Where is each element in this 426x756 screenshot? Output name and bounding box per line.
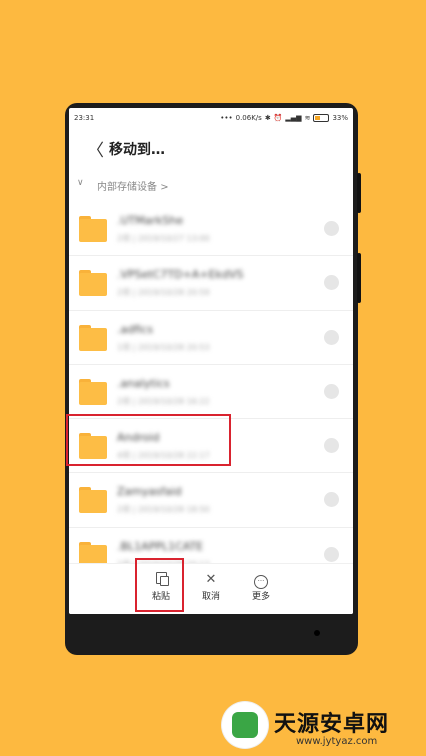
breadcrumb[interactable]: ∨ 内部存储设备 >	[69, 176, 353, 194]
folder-meta: 2项 | 2019/10/27 13:00	[117, 234, 210, 243]
list-item[interactable]: .UTMarkShe 2项 | 2019/10/27 13:00	[69, 202, 353, 257]
folder-name: .analytics	[117, 376, 170, 390]
folder-icon	[79, 216, 107, 242]
alarm-icon: ⏰	[273, 114, 283, 122]
select-radio[interactable]	[324, 329, 339, 345]
close-icon: ✕	[205, 572, 217, 587]
bottom-toolbar: 粘贴 ✕ 取消 ··· 更多	[69, 563, 353, 614]
page-title: 移动到…	[109, 142, 165, 158]
folder-icon	[79, 378, 107, 405]
paste-button-highlight	[135, 558, 184, 612]
signal-dots-icon: •••	[220, 114, 233, 122]
folder-meta: 2项 | 2019/10/28 20:59	[117, 288, 210, 298]
folder-meta: 2项 | 2019/10/28 18:50	[117, 505, 210, 515]
folder-name: .adfics	[117, 322, 153, 336]
camera-dot	[314, 630, 320, 636]
folder-name: .VPSetC7TD+A+EkdVS	[117, 268, 244, 282]
watermark-title: 天源安卓网	[274, 712, 390, 737]
folder-name: .UTMarkShe	[117, 214, 184, 227]
folder-name: .BL1APPL1CATE	[117, 539, 204, 553]
more-button[interactable]: ··· 更多	[241, 572, 281, 602]
folder-icon	[79, 270, 107, 297]
list-item[interactable]: Zamyasfaid 2项 | 2019/10/28 18:50	[69, 473, 353, 528]
breadcrumb-label: 内部存储设备 >	[97, 182, 169, 193]
volume-button	[357, 173, 361, 213]
folder-name: Zamyasfaid	[117, 485, 182, 499]
select-radio[interactable]	[324, 221, 339, 236]
watermark-url: www.jytyaz.com	[296, 736, 378, 747]
list-item[interactable]: .adfics 1项 | 2019/10/28 20:53	[69, 311, 353, 365]
status-time: 23:31	[74, 114, 95, 122]
android-logo-icon	[222, 702, 268, 748]
cancel-label: 取消	[201, 592, 220, 602]
bluetooth-icon: ✱	[264, 114, 271, 122]
more-label: 更多	[251, 592, 270, 602]
back-chevron-icon[interactable]: 〈	[87, 136, 104, 161]
select-radio[interactable]	[324, 383, 339, 399]
select-radio[interactable]	[324, 275, 339, 291]
list-item[interactable]: .analytics 2项 | 2019/10/28 16:22	[69, 365, 353, 420]
select-radio[interactable]	[324, 546, 339, 562]
more-icon: ···	[254, 575, 268, 589]
battery-icon	[313, 114, 330, 122]
app-header: 〈 移动到…	[69, 132, 353, 164]
wifi-icon: ≋	[304, 114, 311, 122]
status-bar: 23:31 ••• 0.06K/s ✱ ⏰ ▂▄▆ ≋ 33%	[69, 108, 353, 128]
folder-meta: 1项 | 2019/10/28 20:53	[117, 342, 210, 352]
folder-icon	[79, 487, 107, 514]
folder-icon	[79, 324, 107, 351]
folder-meta: 2项 | 2019/10/28 16:22	[117, 396, 210, 406]
power-button	[357, 253, 361, 303]
select-radio[interactable]	[324, 438, 339, 454]
android-folder-highlight	[66, 414, 231, 466]
folder-list: .UTMarkShe 2项 | 2019/10/27 13:00 .VPSetC…	[69, 202, 353, 583]
select-radio[interactable]	[324, 492, 339, 508]
signal-icon: ▂▄▆	[285, 114, 302, 122]
network-speed: 0.06K/s	[235, 114, 262, 122]
chevron-down-icon: ∨	[77, 178, 84, 188]
phone-screen: 23:31 ••• 0.06K/s ✱ ⏰ ▂▄▆ ≋ 33% 〈 移动到… ∨…	[69, 108, 353, 614]
battery-percent: 33%	[332, 114, 348, 122]
status-right: ••• 0.06K/s ✱ ⏰ ▂▄▆ ≋ 33%	[220, 114, 348, 122]
list-item[interactable]: .VPSetC7TD+A+EkdVS 2项 | 2019/10/28 20:59	[69, 256, 353, 311]
cancel-button[interactable]: ✕ 取消	[191, 572, 231, 602]
